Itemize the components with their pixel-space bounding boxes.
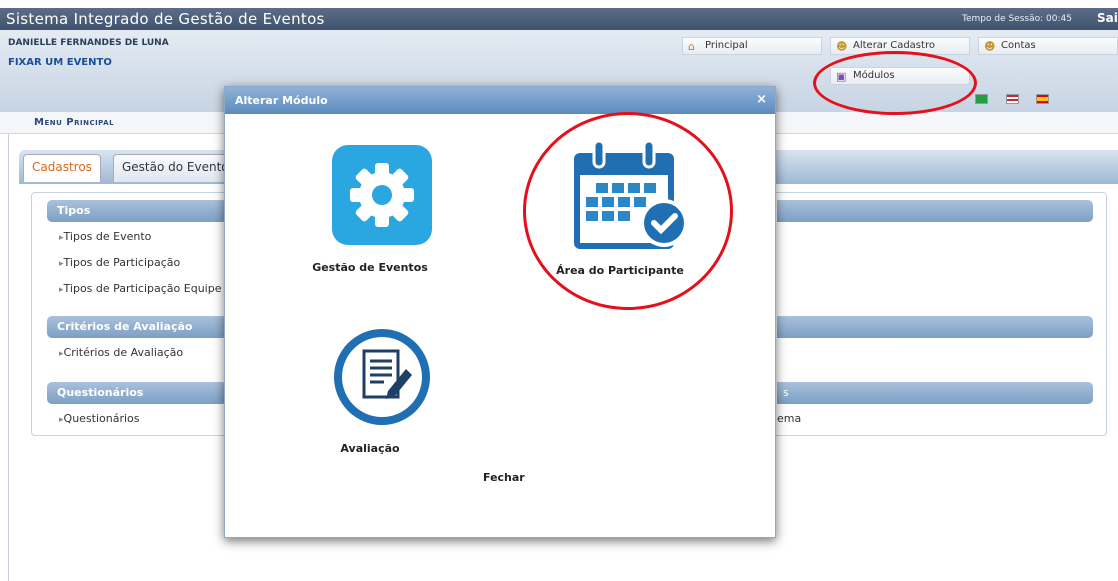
session-time: 00:45 xyxy=(1046,14,1072,24)
section-right-header xyxy=(777,316,1093,338)
right-link-fragment[interactable]: ema xyxy=(777,412,801,425)
dialog-title: Alterar Módulo xyxy=(235,94,328,107)
language-flags xyxy=(975,94,1063,107)
contas-button[interactable]: ☻ Contas xyxy=(978,37,1118,55)
menu-link-questionarios[interactable]: Questionários xyxy=(59,412,140,425)
menu-link-tipos-participacao-equipe[interactable]: Tipos de Participação Equipe xyxy=(59,282,222,295)
module-gestao-eventos[interactable]: Gestão de Eventos xyxy=(295,143,445,274)
user-name: DANIELLE FERNANDES DE LUNA xyxy=(8,38,169,48)
page: Sistema Integrado de Gestão de Eventos T… xyxy=(0,0,1118,581)
dialog-header: Alterar Módulo × xyxy=(225,87,775,114)
section-right-header: s xyxy=(777,382,1093,404)
fechar-link[interactable]: Fechar xyxy=(483,471,525,484)
principal-button[interactable]: ⌂ Principal xyxy=(682,37,822,55)
section-right-header xyxy=(777,200,1093,222)
highlight-circle-participante xyxy=(523,112,733,310)
menu-link-tipos-participacao[interactable]: Tipos de Participação xyxy=(59,256,181,269)
menu-link-tipos-evento[interactable]: Tipos de Evento xyxy=(59,230,152,243)
evaluation-document-icon xyxy=(333,329,430,425)
contas-label: Contas xyxy=(1001,40,1036,51)
user-icon: ☻ xyxy=(984,40,996,53)
menu-link-criterios-avaliacao[interactable]: Critérios de Avaliação xyxy=(59,346,184,359)
highlight-circle-modulos xyxy=(813,51,977,115)
tab-gestao-evento[interactable]: Gestão do Evento xyxy=(113,154,238,182)
principal-label: Principal xyxy=(705,40,748,51)
exit-link[interactable]: Sai xyxy=(1097,11,1118,25)
gear-icon xyxy=(331,145,432,245)
section-criterios-header: Critérios de Avaliação xyxy=(47,316,227,338)
flag-usa-icon[interactable] xyxy=(1005,94,1019,104)
module-label-avaliacao: Avaliação xyxy=(340,442,400,455)
home-icon: ⌂ xyxy=(688,40,695,53)
app-title-bar: Sistema Integrado de Gestão de Eventos T… xyxy=(0,8,1118,30)
close-icon[interactable]: × xyxy=(756,92,767,107)
module-avaliacao[interactable]: Avaliação xyxy=(295,325,445,455)
fix-event-link[interactable]: FIXAR UM EVENTO xyxy=(8,57,112,68)
section-tipos-header: Tipos xyxy=(47,200,227,222)
flag-brazil-icon[interactable] xyxy=(975,94,988,104)
tab-cadastros[interactable]: Cadastros xyxy=(23,154,101,182)
alterar-cadastro-label: Alterar Cadastro xyxy=(853,40,935,51)
user-icon: ☻ xyxy=(836,40,848,53)
module-label-gestao: Gestão de Eventos xyxy=(312,261,428,274)
app-title: Sistema Integrado de Gestão de Eventos xyxy=(6,10,325,28)
flag-spain-icon[interactable] xyxy=(1036,94,1049,104)
section-questionarios-header: Questionários xyxy=(47,382,227,404)
right-section-fragment: s xyxy=(783,386,789,399)
session-timer: Tempo de Sessão: 00:45 xyxy=(962,14,1072,24)
session-label: Tempo de Sessão: xyxy=(962,14,1044,24)
menu-principal-title: Menu Principal xyxy=(34,117,115,128)
